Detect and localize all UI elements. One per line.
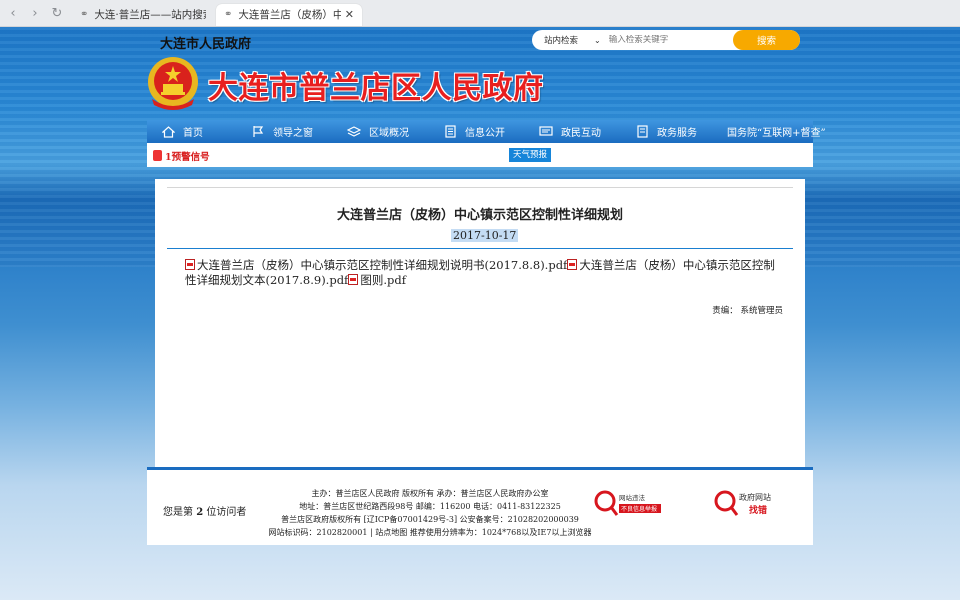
nav-item-overview[interactable]: 区域概况 — [347, 124, 409, 139]
nav-label: 国务院“互联网+督查” — [727, 128, 826, 139]
nav-item-info[interactable]: 信息公开 — [443, 124, 505, 139]
badge-line-2: 不良信息举报 — [621, 505, 657, 513]
nav-label: 信息公开 — [465, 128, 505, 139]
badge-line-1: 政府网站 — [739, 492, 771, 502]
page-background: 大连市人民政府 站内检索 ⌄ 搜索 大连市普兰店区人民政府 首页 领导之窗 — [0, 27, 960, 600]
browser-tab-article[interactable]: ⚭ 大连普兰店（皮杨）中心镇示 ✕ — [216, 3, 362, 26]
illegal-info-report-badge[interactable]: 网站违法 不良信息举报 — [593, 488, 663, 518]
site-title: 大连市普兰店区人民政府 — [208, 71, 544, 106]
pdf-icon — [348, 274, 359, 285]
search-button[interactable]: 搜索 — [733, 30, 800, 50]
nav-label: 区域概况 — [369, 128, 409, 139]
main-nav: 首页 领导之窗 区域概况 信息公开 政民互动 政务服务 国务院“互联网+督查” — [147, 120, 826, 143]
visitor-prefix: 您是第 — [163, 507, 193, 518]
warning-signal-link[interactable]: 1预警信号 — [165, 149, 210, 163]
search-scope-select[interactable]: 站内检索 — [532, 34, 594, 46]
tab-title: 大连普兰店（皮杨）中心镇示 — [238, 9, 341, 21]
footer-line: 主办：普兰店区人民政府 版权所有 承办：普兰店区人民政府办公室 — [311, 489, 549, 498]
alert-strip: 1预警信号 天气预报 — [147, 143, 813, 167]
nav-item-interaction[interactable]: 政民互动 — [539, 124, 601, 139]
pdf-icon — [567, 259, 578, 270]
weather-forecast-link[interactable]: 天气预报 — [509, 148, 552, 162]
reload-icon[interactable]: ↻ — [48, 4, 66, 22]
national-emblem-icon — [148, 57, 198, 110]
attachment-list: 大连普兰店（皮杨）中心镇示范区控制性详细规划说明书(2017.8.8).pdf 大… — [185, 258, 781, 288]
article-title: 大连普兰店（皮杨）中心镇示范区控制性详细规划 — [336, 208, 623, 223]
nav-label: 首页 — [183, 128, 203, 139]
nav-item-services[interactable]: 政务服务 — [635, 124, 697, 139]
search-bar: 站内检索 ⌄ 搜索 — [532, 30, 800, 50]
city-government-link[interactable]: 大连市人民政府 — [160, 33, 251, 52]
badge-line-2: 找错 — [749, 504, 767, 516]
editor-credit: 责编： 系统管理员 — [712, 306, 783, 316]
close-icon[interactable]: ✕ — [345, 8, 354, 21]
attachment-link[interactable]: 大连普兰店（皮杨）中心镇示范区控制性详细规划说明书(2017.8.8).pdf — [197, 258, 567, 272]
document-icon — [443, 125, 457, 139]
gov-site-error-badge[interactable]: 政府网站 找错 — [713, 488, 783, 518]
footer-line: 普兰店区政府版权所有 [辽ICP备07001429号-3] 公安备案号：2102… — [281, 515, 579, 524]
link-icon: ⚭ — [224, 9, 233, 20]
browser-tab-bar: ‹ › ↻ ⚭ 大连·普兰店——站内搜索 ⚭ 大连普兰店（皮杨）中心镇示 ✕ — [0, 0, 960, 27]
nav-label: 领导之窗 — [273, 128, 313, 139]
search-input[interactable] — [608, 35, 735, 45]
flag-icon — [251, 125, 265, 139]
visitor-count: 2 — [196, 507, 204, 518]
footer: 您是第 2 位访问者 主办：普兰店区人民政府 版权所有 承办：普兰店区人民政府办… — [147, 467, 813, 545]
tab-title: 大连·普兰店——站内搜索 — [94, 9, 206, 21]
nav-label: 政民互动 — [561, 128, 601, 139]
visitor-counter: 您是第 2 位访问者 — [163, 503, 246, 518]
attachment-link[interactable]: 图则.pdf — [360, 273, 406, 287]
back-icon[interactable]: ‹ — [4, 4, 22, 22]
nav-item-leaders[interactable]: 领导之窗 — [251, 124, 313, 139]
warning-icon — [153, 150, 162, 161]
pdf-icon — [185, 259, 195, 270]
chat-icon — [539, 125, 553, 139]
divider — [167, 248, 793, 249]
article-date: 2017-10-17 — [451, 229, 519, 242]
map-icon — [347, 125, 361, 139]
link-icon: ⚭ — [80, 9, 89, 20]
browser-tab-search[interactable]: ⚭ 大连·普兰店——站内搜索 — [72, 3, 214, 26]
service-icon — [635, 125, 649, 139]
forward-icon[interactable]: › — [26, 4, 44, 22]
nav-item-supervision[interactable]: 国务院“互联网+督查” — [727, 124, 826, 139]
home-icon — [161, 125, 175, 139]
badge-line-1: 网站违法 — [619, 493, 646, 502]
visitor-suffix: 位访问者 — [206, 507, 247, 518]
footer-info: 主办：普兰店区人民政府 版权所有 承办：普兰店区人民政府办公室 地址：普兰店区世… — [265, 487, 595, 539]
nav-label: 政务服务 — [657, 128, 697, 139]
article-panel: 大连普兰店（皮杨）中心镇示范区控制性详细规划 2017-10-17 大连普兰店（… — [155, 179, 805, 467]
nav-item-home[interactable]: 首页 — [161, 124, 203, 139]
footer-line: 网站标识码：2102820001 | 站点地图 推荐使用分辨率为：1024*76… — [268, 528, 592, 537]
divider — [167, 187, 793, 188]
footer-line: 地址：普兰店区世纪路西段98号 邮编：116200 电话：0411-831223… — [299, 502, 561, 511]
chevron-down-icon[interactable]: ⌄ — [594, 36, 601, 45]
